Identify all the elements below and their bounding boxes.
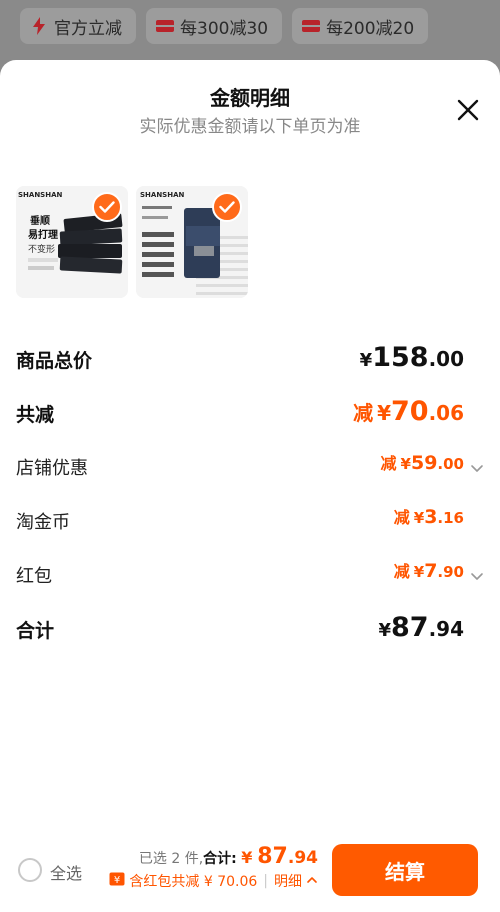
row-label: 店铺优惠 bbox=[16, 458, 88, 479]
chevron-down-icon[interactable] bbox=[470, 460, 484, 474]
checkout-button[interactable]: 结算 bbox=[332, 844, 478, 896]
promo-chip-300[interactable]: 每300减30 bbox=[146, 8, 283, 44]
amount-integer: 7 bbox=[424, 560, 438, 582]
checkout-bar: 全选 已选 2 件,合计: ¥ 87.94 ¥ 含红包共减 ¥ 70.06 | … bbox=[0, 838, 500, 912]
discount-prefix: 减 bbox=[380, 454, 397, 473]
lightning-icon bbox=[30, 17, 48, 35]
svg-text:不变形: 不变形 bbox=[28, 243, 55, 255]
separator: | bbox=[263, 873, 268, 889]
row-grand-total: 合计 ¥87.94 bbox=[0, 608, 500, 662]
selected-count: 已选 2 件, bbox=[138, 851, 204, 867]
coupon-icon bbox=[156, 17, 174, 35]
red-packet-icon: ¥ bbox=[109, 872, 125, 890]
row-label: 红包 bbox=[16, 566, 52, 587]
amount-rows: 商品总价 ¥158.00 共减 减 ¥70.06 店铺优惠 减 ¥59.00 淘金币 bbox=[0, 338, 500, 662]
promo-chip-official[interactable]: 官方立减 bbox=[20, 8, 136, 44]
order-summary: 已选 2 件,合计: ¥ 87.94 ¥ 含红包共减 ¥ 70.06 | 明细 bbox=[109, 844, 318, 891]
row-red-packet[interactable]: 红包 减 ¥7.90 bbox=[0, 554, 500, 608]
row-taojinbi: 淘金币 减 ¥3.16 bbox=[0, 500, 500, 554]
product-thumbnails: SHANSHAN 垂顺 易打理 不变形 SHANSHAN bbox=[16, 186, 248, 298]
summary-line: 已选 2 件,合计: ¥ 87.94 bbox=[109, 844, 318, 869]
goods-total-value: ¥158.00 bbox=[360, 342, 464, 373]
svg-text:垂顺: 垂顺 bbox=[30, 214, 50, 227]
promo-chip-label: 官方立减 bbox=[54, 18, 122, 39]
amount-integer: 87 bbox=[257, 844, 288, 869]
row-label: 合计 bbox=[16, 620, 55, 642]
amount-decimal: .06 bbox=[428, 401, 464, 425]
yen-symbol: ¥ bbox=[359, 350, 373, 371]
amount-decimal: .90 bbox=[437, 563, 464, 581]
amount-integer: 158 bbox=[372, 342, 429, 373]
amount-decimal: .00 bbox=[428, 347, 464, 371]
store-discount-value: 减 ¥59.00 bbox=[381, 450, 464, 474]
amount-integer: 59 bbox=[410, 452, 438, 474]
promo-bar: 官方立减 每300减30 每200减20 bbox=[0, 0, 500, 52]
yen-symbol: ¥ bbox=[413, 509, 425, 527]
chevron-down-icon[interactable] bbox=[470, 568, 484, 582]
amount-decimal: .16 bbox=[437, 509, 464, 527]
amount-detail-sheet: 金额明细 实际优惠金额请以下单页为准 SHANSHAN 垂顺 易打理 不变形 S… bbox=[0, 60, 500, 912]
yen-symbol: ¥ bbox=[400, 455, 411, 473]
amount-integer: 87 bbox=[390, 612, 429, 643]
taojinbi-value: 减 ¥3.16 bbox=[394, 504, 464, 528]
product-thumb[interactable]: SHANSHAN bbox=[136, 186, 248, 298]
yen-symbol: ¥ bbox=[413, 563, 425, 581]
sheet-subtitle: 实际优惠金额请以下单页为准 bbox=[139, 117, 361, 137]
discount-prefix: 减 bbox=[393, 562, 410, 581]
svg-text:易打理: 易打理 bbox=[28, 228, 58, 241]
amount-integer: 3 bbox=[424, 506, 438, 528]
row-goods-total: 商品总价 ¥158.00 bbox=[0, 338, 500, 392]
discount-detail-toggle[interactable]: ¥ 含红包共减 ¥ 70.06 | 明细 bbox=[109, 871, 318, 891]
promo-chip-label: 每200减20 bbox=[326, 18, 415, 39]
discount-text: 含红包共减 ¥ 70.06 bbox=[129, 874, 258, 890]
row-label: 共减 bbox=[16, 404, 55, 426]
discount-prefix: 减 bbox=[353, 401, 374, 425]
total-label: 合计: bbox=[203, 851, 237, 867]
promo-chip-label: 每300减30 bbox=[180, 18, 269, 39]
close-icon[interactable] bbox=[454, 96, 482, 124]
sheet-title: 金额明细 bbox=[210, 86, 290, 110]
row-total-discount: 共减 减 ¥70.06 bbox=[0, 392, 500, 446]
amount-decimal: .00 bbox=[437, 455, 464, 473]
svg-text:SHANSHAN: SHANSHAN bbox=[140, 191, 184, 199]
grand-total-value: ¥87.94 bbox=[378, 612, 464, 643]
amount-decimal: .94 bbox=[428, 617, 464, 641]
coupon-icon bbox=[302, 17, 321, 35]
promo-chip-200[interactable]: 每200减20 bbox=[292, 8, 429, 44]
red-packet-value: 减 ¥7.90 bbox=[394, 558, 464, 582]
row-label: 商品总价 bbox=[16, 350, 93, 372]
total-amount: ¥ 87.94 bbox=[241, 844, 318, 869]
selected-check-icon[interactable] bbox=[212, 192, 242, 222]
yen-symbol: ¥ bbox=[378, 620, 391, 641]
total-discount-value: 减 ¥70.06 bbox=[353, 396, 464, 427]
select-all-label[interactable]: 全选 bbox=[50, 860, 82, 884]
selected-check-icon[interactable] bbox=[92, 192, 122, 222]
detail-label: 明细 bbox=[274, 874, 302, 890]
svg-text:¥: ¥ bbox=[114, 875, 120, 886]
chevron-up-icon bbox=[306, 873, 318, 889]
yen-symbol: ¥ bbox=[241, 848, 253, 867]
row-store-discount[interactable]: 店铺优惠 减 ¥59.00 bbox=[0, 446, 500, 500]
amount-integer: 70 bbox=[390, 396, 429, 427]
select-all-radio[interactable] bbox=[18, 858, 42, 882]
amount-decimal: .94 bbox=[287, 848, 318, 868]
discount-prefix: 减 bbox=[393, 508, 410, 527]
svg-text:SHANSHAN: SHANSHAN bbox=[18, 191, 62, 199]
yen-symbol: ¥ bbox=[377, 401, 391, 425]
product-thumb[interactable]: SHANSHAN 垂顺 易打理 不变形 bbox=[16, 186, 128, 298]
row-label: 淘金币 bbox=[16, 512, 70, 533]
